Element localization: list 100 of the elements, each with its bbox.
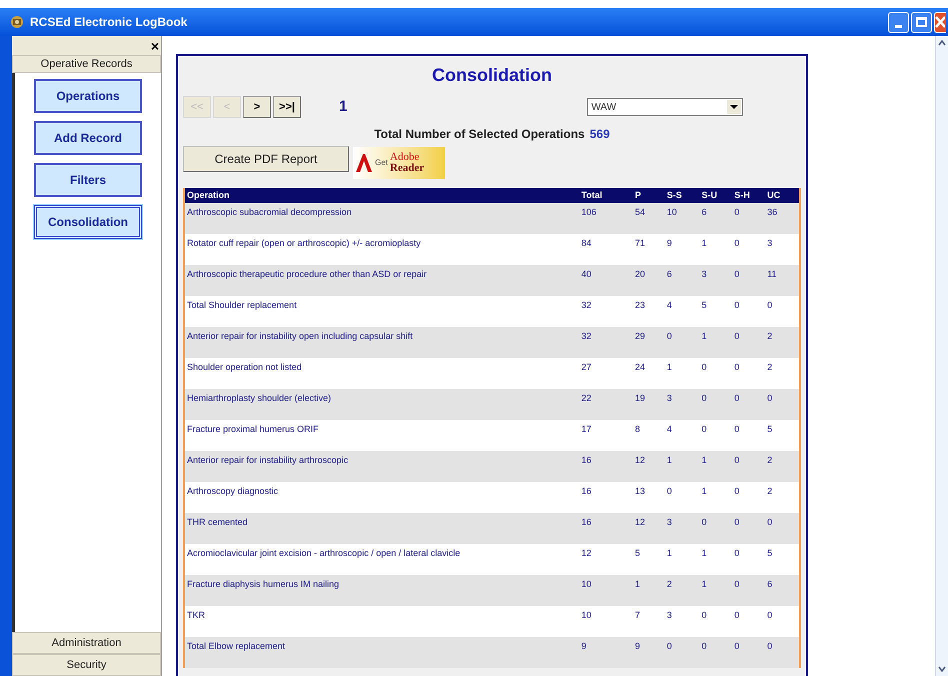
table-cell-text: 7 xyxy=(634,609,642,622)
column-header: Operation xyxy=(186,188,231,202)
table-cell-text: Total Shoulder replacement xyxy=(186,299,298,312)
table-cell-text: 0 xyxy=(733,640,740,653)
table-cell-text: 0 xyxy=(766,392,774,405)
table-cell-text: 2 xyxy=(766,454,774,467)
table-cell-text: 10 xyxy=(666,206,678,219)
table-cell-text: 0 xyxy=(733,423,740,436)
table-cell-text: 13 xyxy=(634,485,646,498)
table-cell-text: 0 xyxy=(733,299,740,312)
nav-button[interactable]: Filters xyxy=(34,163,142,197)
table-cell-text: 3 xyxy=(666,392,673,405)
table-cell-text: Hemiarthroplasty shoulder (elective) xyxy=(186,392,332,405)
table-cell-text: 0 xyxy=(733,609,740,622)
table-cell-text: Arthroscopic therapeutic procedure other than ASD or repair xyxy=(186,268,428,281)
table-cell-text: 0 xyxy=(700,361,708,374)
table-cell-text: 0 xyxy=(700,423,708,436)
nav-button[interactable]: Consolidation xyxy=(34,205,142,239)
table-cell-text: 9 xyxy=(666,237,673,250)
table-cell-text: 40 xyxy=(580,268,592,281)
table-cell-text: 3 xyxy=(766,237,774,250)
maximize-button[interactable] xyxy=(911,12,932,32)
table-cell-text: 0 xyxy=(733,237,740,250)
table-cell-text: 0 xyxy=(733,454,740,467)
scroll-up-icon[interactable] xyxy=(938,40,946,46)
table-cell-text: 0 xyxy=(666,485,673,498)
table-cell-text: 11 xyxy=(766,268,778,281)
table-cell-text: 9 xyxy=(634,640,642,653)
create-pdf-button[interactable]: Create PDF Report xyxy=(183,146,349,172)
table-cell-text: 0 xyxy=(733,578,740,591)
table-cell-text: 84 xyxy=(580,237,592,250)
table-cell-text: 3 xyxy=(666,609,673,622)
table-cell-text: 0 xyxy=(700,392,708,405)
table-cell-text: 1 xyxy=(666,547,673,560)
table-cell-text: 27 xyxy=(580,361,592,374)
table-cell-text: 36 xyxy=(766,206,778,219)
table-cell-text: 32 xyxy=(580,330,592,343)
table-cell-text: 0 xyxy=(733,330,740,343)
table-cell-text: 0 xyxy=(733,547,740,560)
table-cell-text: 6 xyxy=(766,578,774,591)
pager-button[interactable]: > xyxy=(243,96,271,118)
table-cell-text: Fracture proximal humerus ORIF xyxy=(186,423,320,436)
table-cell-text: 10 xyxy=(580,609,592,622)
table-cell-text: 19 xyxy=(634,392,646,405)
table-cell-text: 3 xyxy=(666,516,673,529)
table-cell-text: 1 xyxy=(700,330,708,343)
table-cell-text: 16 xyxy=(580,485,592,498)
app-icon xyxy=(8,14,26,30)
table-cell-text: Shoulder operation not listed xyxy=(186,361,303,374)
pager-button[interactable]: >>| xyxy=(273,96,301,118)
table-cell-text: 2 xyxy=(766,361,774,374)
table-cell-text: 0 xyxy=(700,516,708,529)
table-cell-text: 6 xyxy=(700,206,708,219)
table-cell-text: 0 xyxy=(766,609,774,622)
table-cell-text: 5 xyxy=(700,299,708,312)
section-header[interactable]: Operative Records xyxy=(12,55,161,73)
table-cell-text: 71 xyxy=(634,237,646,250)
badge-text: Get xyxy=(375,157,388,169)
column-header: P xyxy=(634,188,642,202)
minimize-button[interactable] xyxy=(888,12,909,32)
nav-button[interactable]: Operations xyxy=(34,79,142,113)
table-cell-text: 22 xyxy=(580,392,592,405)
close-button[interactable] xyxy=(934,12,946,32)
filter-dropdown[interactable]: WAW xyxy=(587,98,744,116)
table-cell-text: Acromioclavicular joint excision - arthroscopic / open / lateral clavicle xyxy=(186,547,462,560)
table-cell-text: 8 xyxy=(634,423,642,436)
table-cell-text: 17 xyxy=(580,423,592,436)
total-label: Total Number of Selected Operations xyxy=(374,126,585,143)
table-cell-text: 0 xyxy=(766,299,774,312)
table-cell-text: 23 xyxy=(634,299,646,312)
table-cell-text: 0 xyxy=(733,268,740,281)
table-cell-text: 106 xyxy=(580,206,598,219)
table-cell-text: 1 xyxy=(700,237,708,250)
column-header: Total xyxy=(580,188,604,202)
table-cell-text: 0 xyxy=(733,361,740,374)
close-pane-button[interactable]: × xyxy=(150,36,159,55)
table-cell-text: 0 xyxy=(733,516,740,529)
table-cell-text: 20 xyxy=(634,268,646,281)
column-header: UC xyxy=(766,188,782,202)
page-number: 1 xyxy=(339,96,348,117)
table-cell-text: 0 xyxy=(700,640,708,653)
table-cell-text: 2 xyxy=(666,578,673,591)
table-cell-text: THR cemented xyxy=(186,516,249,529)
table-cell-text: Arthroscopy diagnostic xyxy=(186,485,280,498)
section-header[interactable]: Administration xyxy=(12,632,161,654)
badge-product: Reader xyxy=(390,163,424,174)
table-cell-text: 5 xyxy=(634,547,642,560)
table-cell-text: 54 xyxy=(634,206,646,219)
table-cell-text: 3 xyxy=(700,268,708,281)
table-cell-text: 0 xyxy=(766,640,774,653)
scroll-down-icon[interactable] xyxy=(938,666,946,672)
table-cell-text: 0 xyxy=(733,206,740,219)
table-cell-text: 1 xyxy=(700,454,708,467)
table-cell-text: 5 xyxy=(766,423,774,436)
table-cell-text: 0 xyxy=(700,609,708,622)
nav-button[interactable]: Add Record xyxy=(34,121,142,155)
total-value: 569 xyxy=(590,126,610,143)
section-header[interactable]: Security xyxy=(12,654,161,676)
table-cell-text: 1 xyxy=(700,547,708,560)
table-cell-text: 4 xyxy=(666,423,673,436)
